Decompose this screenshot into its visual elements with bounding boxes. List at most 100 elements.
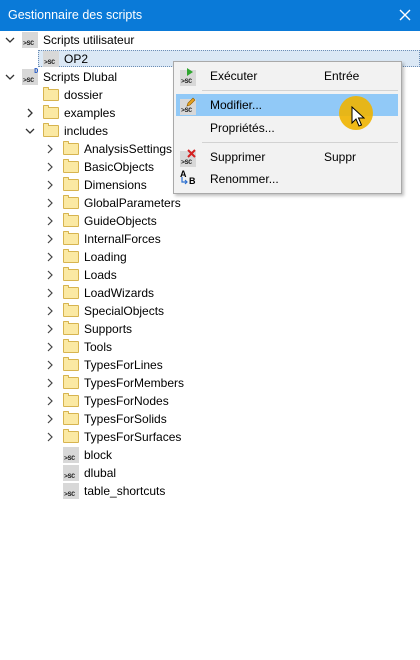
folder-icon	[63, 411, 79, 427]
tree-node-folder[interactable]: GlobalParameters	[0, 194, 420, 212]
chevron-right-icon[interactable]	[45, 414, 55, 424]
tree-label: TypesForMembers	[84, 376, 185, 390]
chevron-right-icon[interactable]	[25, 108, 35, 118]
tree-node-folder[interactable]: Loads	[0, 266, 420, 284]
chevron-right-icon[interactable]	[45, 360, 55, 370]
script-icon: >SC	[63, 447, 79, 463]
tree-node-folder[interactable]: Loading	[0, 248, 420, 266]
folder-icon	[43, 123, 59, 139]
tree-node-folder[interactable]: SpecialObjects	[0, 302, 420, 320]
folder-icon	[63, 213, 79, 229]
delete-script-icon: >SC	[180, 149, 198, 167]
tree-node-folder[interactable]: LoadWizards	[0, 284, 420, 302]
folder-icon	[63, 393, 79, 409]
chevron-right-icon[interactable]	[45, 234, 55, 244]
chevron-right-icon[interactable]	[45, 144, 55, 154]
folder-icon	[63, 141, 79, 157]
tree-node-folder[interactable]: InternalForces	[0, 230, 420, 248]
tree-label: Tools	[84, 340, 113, 354]
chevron-right-icon[interactable]	[45, 432, 55, 442]
menu-label: Renommer...	[210, 172, 279, 186]
tree-label: Scripts Dlubal	[43, 70, 118, 84]
chevron-right-icon[interactable]	[45, 252, 55, 262]
folder-icon	[63, 357, 79, 373]
folder-icon	[43, 87, 59, 103]
chevron-right-icon[interactable]	[45, 306, 55, 316]
chevron-right-icon[interactable]	[45, 162, 55, 172]
tree-node-folder[interactable]: GuideObjects	[0, 212, 420, 230]
chevron-right-icon[interactable]	[45, 180, 55, 190]
tree-label: block	[84, 448, 113, 462]
tree-node-file[interactable]: >SC table_shortcuts	[0, 482, 420, 500]
chevron-right-icon[interactable]	[45, 270, 55, 280]
script-badge: >SC	[181, 107, 192, 114]
menu-label: Modifier...	[210, 98, 263, 112]
tree-label: dlubal	[84, 466, 117, 480]
chevron-right-icon[interactable]	[45, 324, 55, 334]
tree-node-folder[interactable]: TypesForNodes	[0, 392, 420, 410]
script-badge: >SC	[64, 491, 75, 498]
tree-label: includes	[64, 124, 109, 138]
script-badge: >SC	[64, 473, 75, 480]
menu-separator	[202, 142, 398, 143]
tree-label: TypesForSurfaces	[84, 430, 182, 444]
folder-icon	[63, 339, 79, 355]
tree-label: Scripts utilisateur	[43, 33, 135, 47]
script-badge: >SC	[181, 78, 192, 85]
tree-label: Dimensions	[84, 178, 147, 192]
rename-icon: A B	[180, 169, 198, 187]
tree-node-user-scripts[interactable]: >SC Scripts utilisateur	[0, 31, 420, 49]
tree-node-folder[interactable]: Tools	[0, 338, 420, 356]
tree-node-folder[interactable]: Supports	[0, 320, 420, 338]
menu-item-rename[interactable]: A B Renommer...	[176, 168, 398, 190]
folder-icon	[63, 267, 79, 283]
script-icon: >SC	[43, 51, 59, 67]
menu-shortcut: Suppr	[324, 150, 357, 164]
title-bar: Gestionnaire des scripts	[0, 0, 420, 31]
chevron-down-icon[interactable]	[25, 126, 35, 136]
folder-icon	[63, 321, 79, 337]
folder-icon	[63, 375, 79, 391]
script-icon: >SC	[63, 483, 79, 499]
tree-label: LoadWizards	[84, 286, 155, 300]
tree-label: BasicObjects	[84, 160, 155, 174]
script-badge: >SC	[23, 77, 34, 84]
chevron-down-icon[interactable]	[5, 72, 15, 82]
tree-label: OP2	[64, 52, 89, 66]
tree-node-folder[interactable]: TypesForSolids	[0, 410, 420, 428]
chevron-right-icon[interactable]	[45, 216, 55, 226]
tree-label: dossier	[64, 88, 103, 102]
rename-letter-b: B	[189, 176, 196, 186]
menu-label: Supprimer	[210, 150, 266, 164]
context-menu: >SC Exécuter Entrée >SC Modifier... Prop…	[173, 61, 402, 194]
folder-icon	[63, 177, 79, 193]
chevron-right-icon[interactable]	[45, 288, 55, 298]
tree-node-folder[interactable]: TypesForLines	[0, 356, 420, 374]
chevron-right-icon[interactable]	[45, 342, 55, 352]
folder-icon	[63, 195, 79, 211]
chevron-right-icon[interactable]	[45, 378, 55, 388]
script-icon: >SC	[63, 465, 79, 481]
script-badge: >SC	[181, 159, 192, 166]
tree-node-file[interactable]: >SC block	[0, 446, 420, 464]
menu-item-delete[interactable]: >SC Supprimer Suppr	[176, 146, 398, 168]
tree-label: InternalForces	[84, 232, 161, 246]
tree-label: GuideObjects	[84, 214, 157, 228]
tree-label: TypesForLines	[84, 358, 163, 372]
script-badge: >SC	[44, 59, 55, 66]
tree-label: Loads	[84, 268, 117, 282]
dlubal-script-folder-icon: >SC D	[22, 68, 38, 85]
chevron-down-icon[interactable]	[5, 35, 15, 45]
tree-node-file[interactable]: >SC dlubal	[0, 464, 420, 482]
chevron-right-icon[interactable]	[45, 198, 55, 208]
tree-node-folder[interactable]: TypesForSurfaces	[0, 428, 420, 446]
menu-item-execute[interactable]: >SC Exécuter Entrée	[176, 65, 398, 87]
menu-separator	[202, 90, 398, 91]
close-icon[interactable]	[399, 9, 411, 21]
folder-icon	[63, 249, 79, 265]
chevron-right-icon[interactable]	[45, 396, 55, 406]
dlubal-badge: D	[34, 68, 38, 76]
tree-node-folder[interactable]: TypesForMembers	[0, 374, 420, 392]
tree-label: Loading	[84, 250, 127, 264]
tree-label: TypesForSolids	[84, 412, 167, 426]
